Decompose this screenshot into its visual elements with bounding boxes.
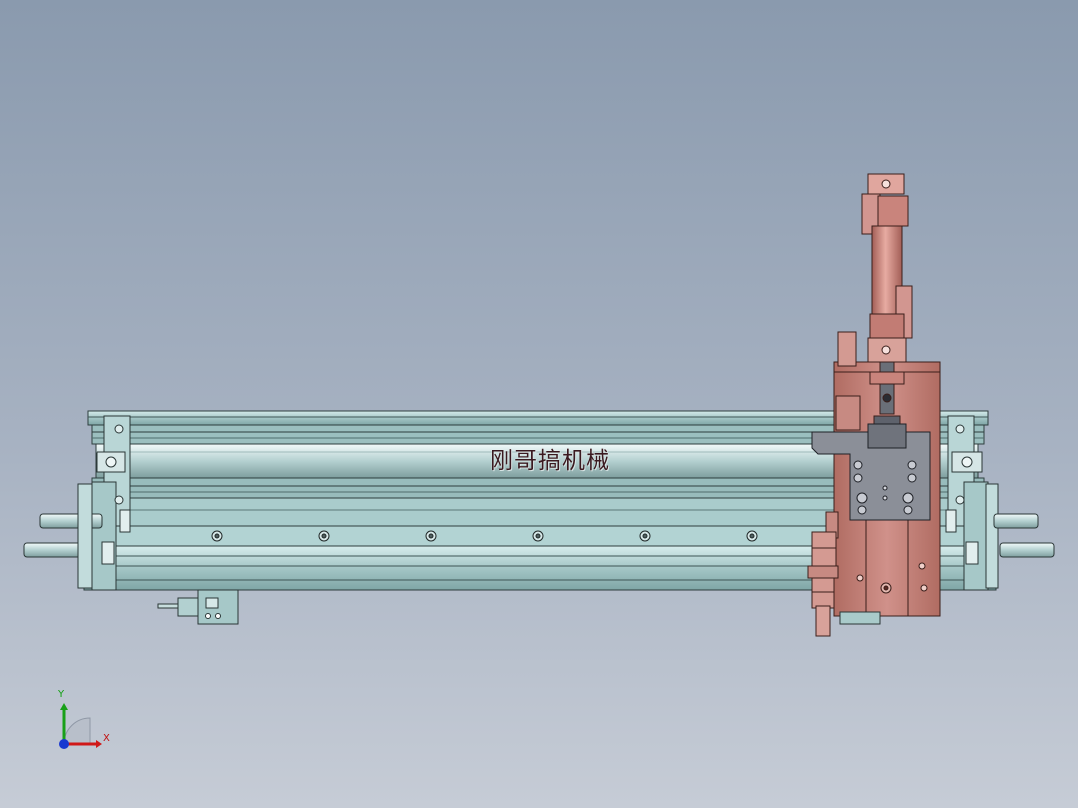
lower-valve [811,531,837,569]
cad-model-drawing[interactable] [0,0,1078,808]
triad-z-axis [59,739,69,749]
right-rod-upper [993,513,1039,529]
proximity-sensor [157,589,239,625]
watermark-text: 刚哥搞机械 [490,448,610,474]
right-rod-lower [999,542,1055,558]
cad-graphics-viewport[interactable]: 刚哥搞机械 X Y [0,0,1078,808]
triad-x-label: X [103,733,110,744]
coordinate-triad [59,703,102,749]
triad-y-label: Y [58,689,65,700]
left-end-bracket [23,415,131,591]
left-rod-upper [39,513,103,529]
